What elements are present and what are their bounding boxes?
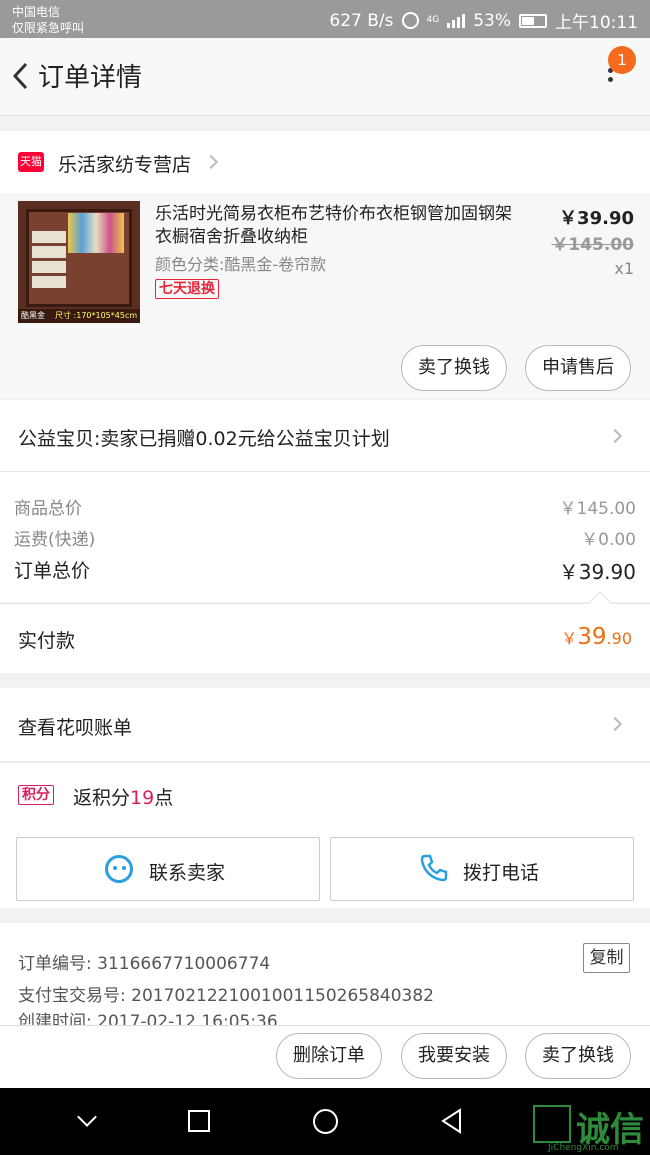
more-menu-icon[interactable]: [606, 68, 614, 92]
paid-integer: 39: [577, 624, 607, 650]
notification-badge: 1: [608, 46, 636, 74]
charity-text: 公益宝贝:卖家已捐赠0.02元给公益宝贝计划: [18, 428, 390, 450]
goods-total-label: 商品总价: [14, 499, 82, 519]
shop-name: 乐活家纺专营店: [58, 154, 192, 176]
charity-row[interactable]: 公益宝贝:卖家已捐赠0.02元给公益宝贝计划: [0, 400, 650, 472]
signal-icon: [447, 13, 466, 28]
resell-button[interactable]: 卖了换钱: [401, 345, 507, 391]
goods-total-value: ￥145.00: [559, 499, 636, 519]
contact-seller-label: 联系卖家: [149, 862, 226, 884]
request-install-button[interactable]: 我要安装: [401, 1033, 507, 1079]
chevron-right-icon: [203, 154, 219, 170]
return-policy-tag: 七天退换: [155, 279, 219, 299]
after-sales-button[interactable]: 申请售后: [525, 345, 631, 391]
order-total-value: ￥39.90: [558, 560, 636, 584]
recents-icon[interactable]: [188, 1110, 210, 1132]
home-icon[interactable]: [313, 1109, 338, 1134]
tmall-icon: 天猫: [18, 152, 44, 172]
huabei-bill-text: 查看花呗账单: [18, 717, 133, 739]
call-phone-label: 拨打电话: [463, 862, 540, 884]
order-number: 订单编号: 3116667710006774: [18, 949, 270, 974]
image-size-label: 尺寸 :170*105*45cm: [55, 311, 138, 320]
battery-icon: [519, 13, 547, 28]
shipping-value: ￥0.00: [581, 530, 636, 550]
order-total-label: 订单总价: [14, 560, 91, 582]
points-suffix: 点: [154, 787, 174, 809]
chevron-down-icon[interactable]: [77, 1107, 97, 1127]
call-phone-button[interactable]: 拨打电话: [330, 837, 634, 901]
shop-header[interactable]: 天猫 乐活家纺专营店: [0, 131, 650, 193]
product-image[interactable]: 酷黑金 尺寸 :170*105*45cm: [18, 201, 140, 323]
alipay-number-label: 支付宝交易号:: [18, 986, 126, 1006]
order-number-label: 订单编号:: [18, 954, 92, 974]
status-bar: 中国电信 仅限紧急呼叫 627 B/s 4G 53% 上午10:11: [0, 0, 650, 38]
alipay-number: 支付宝交易号: 2017021221001001150265840382: [18, 981, 434, 1006]
clock-time: 上午10:11: [555, 13, 638, 33]
net-speed: 627 B/s: [329, 10, 394, 31]
points-tag: 积分: [18, 785, 54, 805]
back-triangle-icon[interactable]: [440, 1108, 464, 1134]
phone-icon: [420, 854, 448, 882]
alipay-number-value: 2017021221001001150265840382: [131, 986, 434, 1006]
product-title: 乐活时光简易衣柜布艺特价布衣柜钢管加固钢架衣橱宿舍折叠收纳柜: [155, 204, 512, 247]
points-prefix: 返积分: [73, 787, 131, 809]
paid-amount-row: 实付款 ￥39.90: [0, 603, 650, 673]
delete-order-button[interactable]: 删除订单: [276, 1033, 382, 1079]
chevron-right-icon: [607, 428, 623, 444]
paid-decimal: .90: [606, 629, 632, 648]
item-original-price: ￥145.00: [551, 235, 634, 255]
back-arrow-icon[interactable]: [10, 61, 32, 91]
shipping-label: 运费(快递): [14, 530, 96, 550]
points-value: 19: [130, 787, 155, 809]
battery-percent: 53%: [473, 10, 511, 31]
watermark-sub: JiChengXin.com: [548, 1143, 619, 1153]
status-indicators: 627 B/s 4G 53% 上午10:11: [329, 8, 638, 34]
huabei-bill-row[interactable]: 查看花呗账单: [0, 688, 650, 762]
item-quantity: x1: [614, 259, 634, 278]
network-type: 4G: [426, 15, 440, 25]
points-section: 积分 返积分19点 联系卖家 拨打电话: [0, 763, 650, 908]
order-number-value: 3116667710006774: [97, 954, 271, 974]
paid-value: ￥39.90: [561, 624, 632, 650]
alarm-icon: [401, 12, 419, 29]
product-sku: 颜色分类:酷黑金-卷帘款: [155, 255, 327, 274]
price-summary: 商品总价 ￥145.00 运费(快递) ￥0.00 订单总价 ￥39.90: [0, 472, 650, 602]
bottom-action-bar: 删除订单 我要安装 卖了换钱: [0, 1025, 650, 1088]
navigation-bar: 订单详情: [0, 38, 650, 116]
watermark-logo-icon: [533, 1105, 571, 1143]
paid-label: 实付款: [18, 630, 76, 652]
paid-currency: ￥: [561, 629, 578, 648]
image-caption: 酷黑金: [21, 311, 45, 320]
points-text: 返积分19点: [73, 783, 173, 810]
page-title: 订单详情: [38, 63, 143, 93]
chat-smile-icon: [105, 855, 133, 883]
carrier-note: 仅限紧急呼叫: [12, 21, 85, 35]
order-item[interactable]: 酷黑金 尺寸 :170*105*45cm 乐活时光简易衣柜布艺特价布衣柜钢管加固钢…: [0, 193, 650, 398]
copy-button[interactable]: 复制: [583, 943, 630, 973]
resell-button[interactable]: 卖了换钱: [525, 1033, 631, 1079]
carrier-text: 中国电信: [12, 5, 61, 19]
contact-seller-button[interactable]: 联系卖家: [16, 837, 320, 901]
chevron-right-icon: [607, 716, 623, 732]
item-price: ￥39.90: [559, 208, 634, 229]
